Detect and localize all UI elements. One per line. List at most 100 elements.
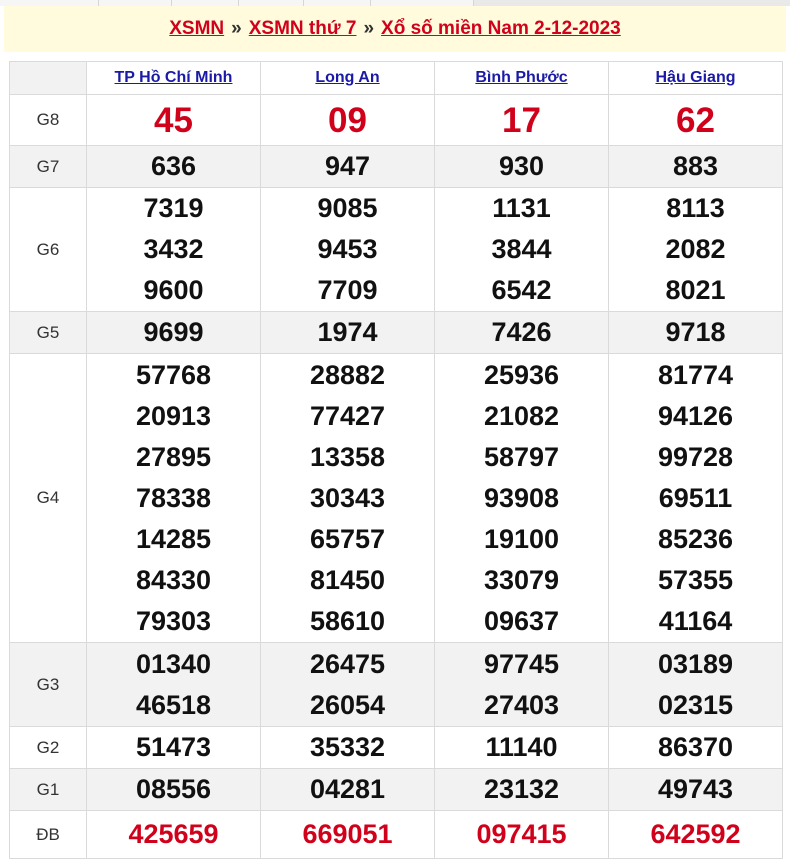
- result-number: 9718: [665, 317, 726, 347]
- result-number: 883: [672, 151, 719, 181]
- prize-row: G8 45 09 17 62: [9, 94, 783, 146]
- result-number: 425659: [128, 819, 219, 849]
- province-header: TP Hồ Chí Minh: [86, 61, 261, 95]
- result-cell: 669051: [260, 810, 435, 859]
- result-number: 25936: [483, 359, 560, 390]
- result-number: 642592: [650, 819, 741, 849]
- prize-row: G6 7319 3432 9600 9085 9453 7709 1131 3844 6542 81…: [9, 187, 783, 312]
- result-cell: 62: [608, 94, 783, 146]
- breadcrumb-link-xsmn-thu-7[interactable]: XSMN thứ 7: [249, 18, 357, 40]
- result-number: 86370: [657, 732, 734, 762]
- result-number: 45: [154, 100, 193, 140]
- prize-label: G1: [9, 768, 87, 811]
- result-cell: 9085 9453 7709: [260, 187, 435, 312]
- result-cell: 947: [260, 145, 435, 188]
- breadcrumb-link-result-date[interactable]: Xổ số miền Nam 2-12-2023: [381, 18, 621, 40]
- result-cell: 9718: [608, 311, 783, 354]
- result-cell: 09: [260, 94, 435, 146]
- result-cell: 57768 20913 27895 78338 14285 84330 79303: [86, 353, 261, 643]
- result-number: 11140: [485, 732, 558, 762]
- result-number: 7709: [317, 275, 378, 305]
- result-cell: 642592: [608, 810, 783, 859]
- result-number: 26475: [309, 648, 386, 679]
- result-number: 94126: [657, 400, 734, 431]
- result-number: 09637: [483, 605, 560, 636]
- province-link[interactable]: Hậu Giang: [655, 69, 735, 86]
- result-number: 14285: [135, 523, 212, 554]
- result-number: 69511: [658, 482, 733, 513]
- result-cell: 8113 2082 8021: [608, 187, 783, 312]
- prize-label: G5: [9, 311, 87, 354]
- result-cell: 26475 26054: [260, 642, 435, 727]
- result-number: 9453: [317, 234, 378, 264]
- result-cell: 883: [608, 145, 783, 188]
- result-number: 30343: [309, 482, 386, 513]
- result-cell: 81774 94126 99728 69511 85236 57355 41164: [608, 353, 783, 643]
- result-number: 58797: [483, 441, 560, 472]
- prize-label: G2: [9, 726, 87, 769]
- result-number: 84330: [135, 564, 212, 595]
- breadcrumb-separator: »: [363, 18, 375, 39]
- result-number: 097415: [476, 819, 567, 849]
- result-number: 7319: [143, 193, 204, 223]
- result-number: 51473: [135, 732, 212, 762]
- province-link[interactable]: Bình Phước: [475, 69, 567, 86]
- result-number: 77427: [309, 400, 386, 431]
- result-number: 9085: [317, 193, 378, 223]
- result-number: 7426: [491, 317, 552, 347]
- result-number: 947: [324, 151, 371, 181]
- result-cell: 11140: [434, 726, 609, 769]
- result-cell: 25936 21082 58797 93908 19100 33079 09637: [434, 353, 609, 643]
- result-cell: 49743: [608, 768, 783, 811]
- result-number: 01340: [135, 648, 212, 679]
- prize-row: G3 01340 46518 26475 26054 97745 27403 03189 023…: [9, 642, 783, 727]
- result-number: 6542: [491, 275, 552, 305]
- result-number: 04281: [309, 774, 386, 804]
- result-number: 85236: [657, 523, 734, 554]
- prize-label: G6: [9, 187, 87, 312]
- result-cell: 23132: [434, 768, 609, 811]
- result-cell: 97745 27403: [434, 642, 609, 727]
- result-number: 93908: [483, 482, 560, 513]
- result-number: 9600: [143, 275, 204, 305]
- page: XSMN » XSMN thứ 7 » Xổ số miền Nam 2-12-…: [0, 0, 790, 859]
- result-number: 23132: [483, 774, 560, 804]
- result-number: 81450: [309, 564, 386, 595]
- prize-row: G5 9699 1974 7426 9718: [9, 311, 783, 354]
- prize-row: G4 57768 20913 27895 78338 14285 84330 79303 288…: [9, 353, 783, 643]
- result-number: 1974: [317, 317, 378, 347]
- result-cell: 930: [434, 145, 609, 188]
- result-cell: 51473: [86, 726, 261, 769]
- result-number: 02315: [657, 689, 734, 720]
- prize-row: ĐB 425659 669051 097415 642592: [9, 810, 783, 859]
- header-corner-cell: [9, 61, 87, 95]
- prize-label: G3: [9, 642, 87, 727]
- result-number: 99728: [657, 441, 734, 472]
- breadcrumb-link-xsmn[interactable]: XSMN: [169, 18, 224, 40]
- province-link[interactable]: TP Hồ Chí Minh: [115, 69, 233, 86]
- result-number: 13358: [309, 441, 386, 472]
- prize-label: ĐB: [9, 810, 87, 859]
- prize-row: G7 636 947 930 883: [9, 145, 783, 188]
- result-number: 8113: [666, 193, 725, 223]
- result-number: 08556: [135, 774, 212, 804]
- result-number: 26054: [309, 689, 386, 720]
- result-cell: 86370: [608, 726, 783, 769]
- result-number: 62: [676, 100, 715, 140]
- prize-row: G2 51473 35332 11140 86370: [9, 726, 783, 769]
- result-number: 09: [328, 100, 367, 140]
- province-link[interactable]: Long An: [315, 69, 379, 86]
- result-cell: 08556: [86, 768, 261, 811]
- result-cell: 1974: [260, 311, 435, 354]
- result-number: 2082: [665, 234, 726, 264]
- result-number: 28882: [309, 359, 386, 390]
- result-cell: 04281: [260, 768, 435, 811]
- result-number: 27403: [483, 689, 560, 720]
- result-number: 57768: [135, 359, 212, 390]
- result-cell: 17: [434, 94, 609, 146]
- province-header-row: TP Hồ Chí Minh Long An Bình Phước Hậu Gi…: [9, 61, 783, 95]
- result-number: 27895: [135, 441, 212, 472]
- result-number: 78338: [135, 482, 212, 513]
- result-cell: 636: [86, 145, 261, 188]
- result-number: 49743: [657, 774, 734, 804]
